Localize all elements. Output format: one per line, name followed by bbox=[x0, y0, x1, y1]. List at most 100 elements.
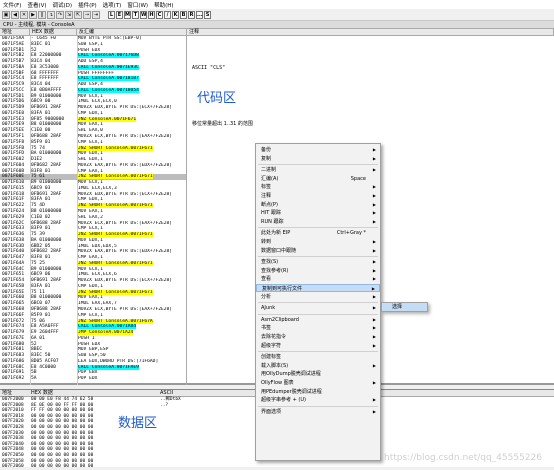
menu-item[interactable]: 查看(V) bbox=[24, 1, 49, 9]
context-menu-item[interactable]: 注释 ▶ bbox=[256, 192, 380, 200]
context-menu-item[interactable]: 去除花指令 ▶ bbox=[256, 333, 380, 341]
context-menu-item[interactable]: 此处为新 EIP Ctrl+Gray * bbox=[256, 229, 380, 237]
context-menu-item[interactable]: 备份 ▶ bbox=[256, 146, 380, 154]
context-menu-label: 注释 bbox=[261, 193, 272, 199]
window-button[interactable]: L bbox=[108, 10, 115, 19]
context-menu-item[interactable]: 复制 ▶ bbox=[256, 155, 380, 163]
col-header-hex[interactable]: HEX 数据 bbox=[30, 29, 77, 36]
col-header-addr[interactable]: 地址 bbox=[0, 29, 30, 36]
menu-separator bbox=[258, 256, 378, 258]
submenu-arrow-icon: ▶ bbox=[372, 276, 376, 282]
context-menu-item[interactable]: 分析 ▶ bbox=[256, 293, 380, 301]
trace-over-icon[interactable]: ⇱ bbox=[74, 10, 82, 19]
col-header-disasm[interactable]: 反汇编 bbox=[77, 29, 187, 36]
window-button[interactable]: H bbox=[148, 10, 155, 19]
disassembly-pane[interactable]: 0071F5AA - C645 F0 MOV BYTE PTR SS:[EBP-0]… bbox=[0, 36, 186, 385]
menu-item[interactable]: 文件(F) bbox=[0, 1, 24, 9]
context-menu-item[interactable]: Asm2Clipboard ▶ bbox=[256, 316, 380, 324]
context-menu-item[interactable]: 数据窗口中跟随 ▶ bbox=[256, 247, 380, 255]
dump-header-ascii[interactable]: ASCII bbox=[160, 390, 173, 397]
window-button[interactable]: ... bbox=[196, 10, 203, 19]
context-menu-label: 书签 bbox=[261, 325, 272, 332]
submenu-arrow-icon: ▶ bbox=[372, 380, 376, 385]
context-menu-label: 用PEdumper脱壳调试进程 bbox=[261, 388, 322, 395]
pause-icon[interactable]: ‖ bbox=[38, 10, 46, 19]
context-menu-item[interactable]: 超级字符 ▶ bbox=[256, 342, 380, 350]
submenu-item-selection[interactable]: 选择 bbox=[382, 303, 427, 311]
menu-item[interactable]: 选项(T) bbox=[100, 1, 125, 9]
context-menu-item[interactable]: 复制到可执行文件 ▶ bbox=[256, 284, 380, 292]
open-icon[interactable]: ▣ bbox=[2, 10, 10, 19]
context-menu-item[interactable]: 断点(P) ▶ bbox=[256, 201, 380, 209]
goto-icon[interactable]: ⇥ bbox=[92, 10, 100, 19]
dump-header-addr[interactable]: 地址 bbox=[2, 390, 12, 397]
context-menu-label: AJunk bbox=[261, 305, 276, 312]
context-menu-item[interactable]: AJunk ▶ bbox=[256, 304, 380, 312]
context-menu-label: 标签 bbox=[261, 184, 272, 191]
context-menu-item[interactable]: 汇编(A) Space bbox=[256, 175, 380, 183]
context-menu-label: 断点(P) bbox=[261, 201, 278, 208]
context-menu-label: 查看 bbox=[261, 276, 272, 283]
context-menu-label: 数据窗口中跟随 bbox=[261, 247, 297, 254]
window-button[interactable]: M bbox=[124, 10, 131, 19]
context-menu-item[interactable]: 查看 ▶ bbox=[256, 275, 380, 283]
menu-item[interactable]: 帮助(H) bbox=[151, 1, 176, 9]
window-button[interactable]: E bbox=[116, 10, 123, 19]
window-button[interactable]: S bbox=[204, 10, 211, 19]
submenu-arrow-icon: ▶ bbox=[372, 305, 376, 311]
menu-item[interactable]: 插件(P) bbox=[75, 1, 100, 9]
restart-icon[interactable]: ◀ bbox=[11, 10, 19, 19]
shortcut-label: Ctrl+Gray * bbox=[336, 230, 366, 237]
context-menu-item[interactable]: 转到 ▶ bbox=[256, 238, 380, 246]
context-menu-label: 界面选项 bbox=[261, 408, 282, 415]
run-icon[interactable]: ▶ bbox=[29, 10, 37, 19]
disasm-row[interactable]: 0071F692 5A POP EDX bbox=[0, 376, 186, 382]
window-button[interactable]: C bbox=[156, 10, 163, 19]
submenu-arrow-icon: ▶ bbox=[372, 362, 376, 368]
context-menu-item[interactable]: 创建标签 bbox=[256, 353, 380, 361]
window-button[interactable]: R bbox=[188, 10, 195, 19]
submenu-arrow-icon: ▶ bbox=[372, 342, 376, 348]
step-into-icon[interactable]: ↴ bbox=[47, 10, 55, 19]
col-header-comment[interactable]: 注释 bbox=[187, 29, 554, 36]
context-menu-item[interactable]: OllyFlow 图表 ▶ bbox=[256, 379, 380, 387]
menu-item[interactable]: 调试(D) bbox=[50, 1, 76, 9]
context-menu-label: 查找参考(R) bbox=[261, 267, 289, 274]
context-menu-item[interactable]: HIT 跟踪 ▶ bbox=[256, 209, 380, 217]
submenu-arrow-icon: ▶ bbox=[372, 408, 376, 414]
execute-till-return-icon[interactable]: → bbox=[83, 10, 91, 19]
window-button[interactable]: / bbox=[164, 10, 171, 19]
menu-item[interactable]: 窗口(W) bbox=[124, 1, 151, 9]
context-menu-item[interactable]: RUN 跟踪 ▶ bbox=[256, 218, 380, 226]
context-menu-label: 用OllyDump脱壳调试进程 bbox=[261, 371, 321, 378]
context-menu-item[interactable]: 用PEdumper脱壳调试进程 bbox=[256, 388, 380, 396]
context-menu-item[interactable]: 界面选项 ▶ bbox=[256, 408, 380, 416]
context-menu-item[interactable]: 查找(S) ▶ bbox=[256, 258, 380, 266]
disasm-address: 0071F692 bbox=[2, 376, 25, 382]
window-button[interactable]: K bbox=[172, 10, 179, 19]
menu-separator bbox=[258, 302, 378, 304]
menu-bar: 文件(F) 查看(V) 调试(D) 插件(P) 选项(T) 窗口(W) 帮助(H) bbox=[0, 0, 554, 9]
context-menu-item[interactable]: 书签 ▶ bbox=[256, 324, 380, 332]
window-button[interactable]: W bbox=[140, 10, 147, 19]
context-menu-item[interactable]: 二进制 ▶ bbox=[256, 166, 380, 174]
context-menu-label: Asm2Clipboard bbox=[261, 316, 299, 323]
trace-into-icon[interactable]: ⇲ bbox=[65, 10, 73, 19]
context-menu-label: RUN 跟踪 bbox=[261, 218, 284, 225]
context-menu-item[interactable]: 查找参考(R) ▶ bbox=[256, 267, 380, 275]
close-icon[interactable]: ✕ bbox=[20, 10, 28, 19]
context-menu-item[interactable]: 用OllyDump脱壳调试进程 bbox=[256, 370, 380, 378]
context-menu-item[interactable]: 超级字串参考 + (U) ▶ bbox=[256, 396, 380, 404]
dump-header-hex[interactable]: HEX 数据 bbox=[31, 390, 53, 397]
window-button[interactable]: T bbox=[132, 10, 139, 19]
context-menu-label: 复制 bbox=[261, 155, 272, 162]
context-menu: 备份 ▶ 复制 ▶ 二进制 ▶ 汇编(A) Space 标签 ▶ 注释 ▶ 断点(P) ▶ HIT 跟踪 ▶ R… bbox=[255, 143, 381, 461]
disasm-hex: 5A bbox=[31, 376, 37, 382]
submenu-arrow-icon: ▶ bbox=[372, 167, 376, 173]
step-over-icon[interactable]: ↷ bbox=[56, 10, 64, 19]
context-menu-item[interactable]: 标签 ▶ bbox=[256, 183, 380, 191]
context-menu-item[interactable]: 载入脚本(S) ▶ bbox=[256, 362, 380, 370]
code-area-label: 代码区 bbox=[197, 91, 237, 106]
context-menu-label: 查找(S) bbox=[261, 259, 279, 266]
window-button[interactable]: B bbox=[180, 10, 187, 19]
